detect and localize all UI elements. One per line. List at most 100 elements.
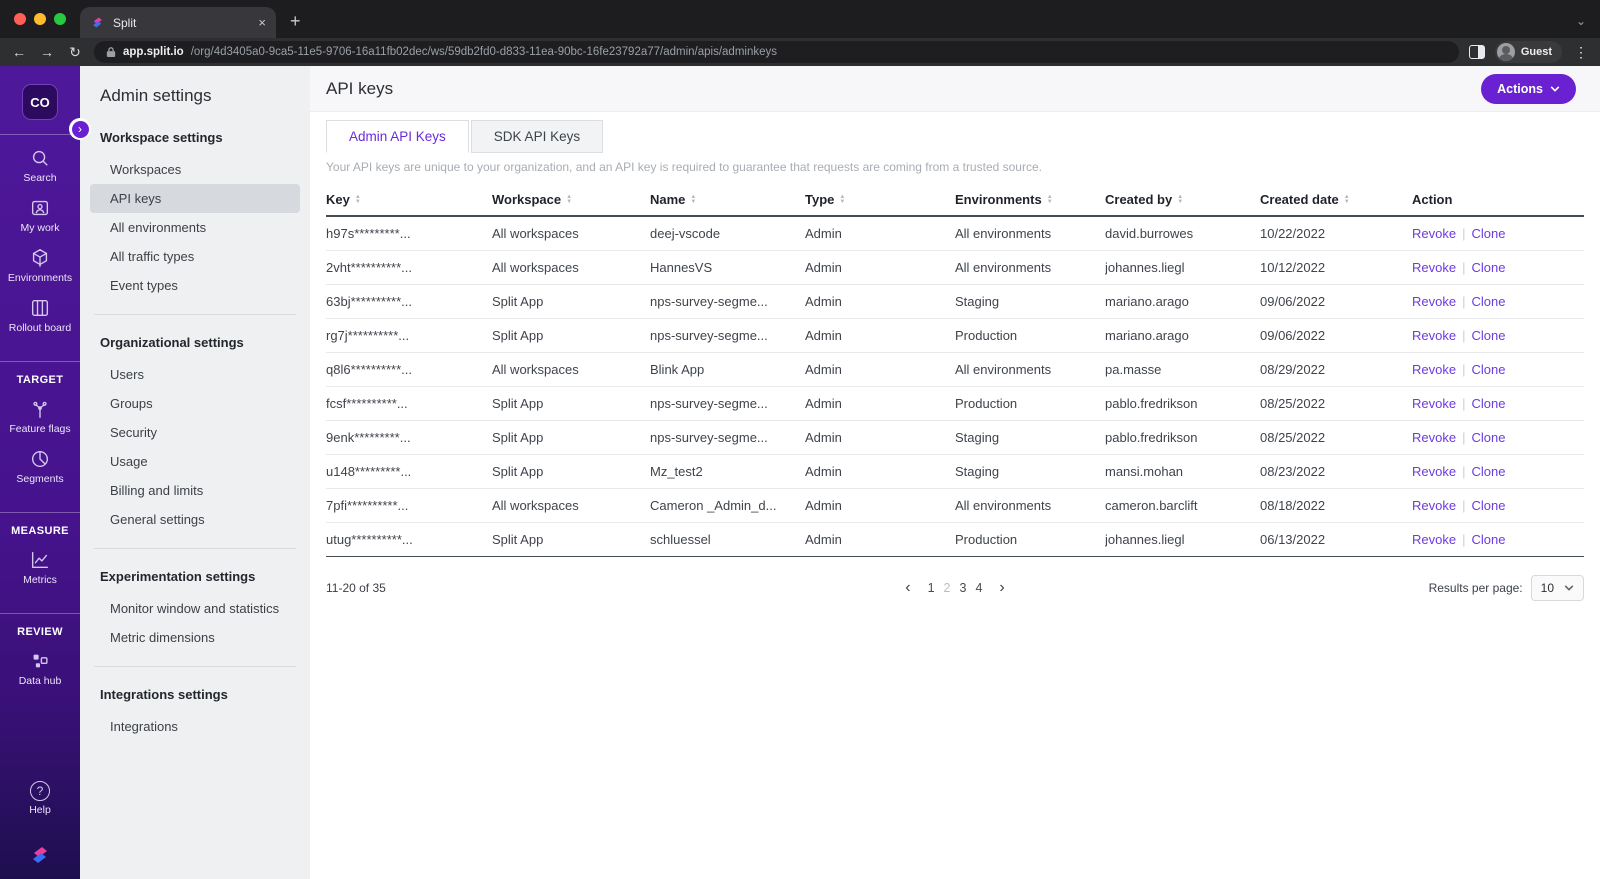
nav-item-general-settings[interactable]: General settings bbox=[90, 505, 300, 534]
column-header-name[interactable]: Name ▲ ▼ bbox=[650, 186, 805, 217]
nav-item-usage[interactable]: Usage bbox=[90, 447, 300, 476]
column-header-created-by[interactable]: Created by ▲ ▼ bbox=[1105, 186, 1260, 217]
action-separator: | bbox=[1462, 225, 1466, 241]
clone-link[interactable]: Clone bbox=[1471, 226, 1505, 241]
tab-admin-api-keys[interactable]: Admin API Keys bbox=[326, 120, 469, 153]
clone-link[interactable]: Clone bbox=[1471, 362, 1505, 377]
clone-link[interactable]: Clone bbox=[1471, 260, 1505, 275]
side-panel-icon[interactable] bbox=[1468, 45, 1485, 59]
sidebar-item-my-work[interactable]: My work bbox=[20, 197, 60, 234]
revoke-link[interactable]: Revoke bbox=[1412, 294, 1456, 309]
nav-item-billing-and-limits[interactable]: Billing and limits bbox=[90, 476, 300, 505]
cell-created-by: mariano.arago bbox=[1105, 318, 1260, 353]
profile-chip[interactable]: Guest bbox=[1494, 41, 1562, 63]
clone-link[interactable]: Clone bbox=[1471, 498, 1505, 513]
sidebar-expand-button[interactable]: › bbox=[69, 118, 91, 140]
revoke-link[interactable]: Revoke bbox=[1412, 362, 1456, 377]
nav-item-all-traffic-types[interactable]: All traffic types bbox=[90, 242, 300, 271]
page-number-4[interactable]: 4 bbox=[975, 581, 982, 595]
cell-name: Cameron _Admin_d... bbox=[650, 488, 805, 523]
sort-icon[interactable]: ▲ ▼ bbox=[1177, 194, 1183, 205]
sidebar-item-rollout-board[interactable]: Rollout board bbox=[9, 297, 71, 334]
sidebar-item-help[interactable]: ? Help bbox=[29, 781, 51, 816]
sidebar-item-label: Environments bbox=[7, 272, 73, 284]
revoke-link[interactable]: Revoke bbox=[1412, 532, 1456, 547]
nav-item-api-keys[interactable]: API keys bbox=[90, 184, 300, 213]
revoke-link[interactable]: Revoke bbox=[1412, 396, 1456, 411]
cell-created-by: pa.masse bbox=[1105, 352, 1260, 387]
sidebar-item-search[interactable]: Search bbox=[23, 147, 57, 184]
sidebar-item-environments[interactable]: Environments bbox=[8, 247, 72, 284]
column-header-created-date[interactable]: Created date ▲ ▼ bbox=[1260, 186, 1412, 217]
divider bbox=[0, 361, 80, 362]
window-controls[interactable] bbox=[0, 13, 80, 38]
revoke-link[interactable]: Revoke bbox=[1412, 328, 1456, 343]
my-work-icon bbox=[31, 200, 49, 216]
page-number-2[interactable]: 2 bbox=[944, 581, 951, 595]
column-header-type[interactable]: Type ▲ ▼ bbox=[805, 186, 955, 217]
revoke-link[interactable]: Revoke bbox=[1412, 260, 1456, 275]
workspace-logo[interactable]: CO bbox=[22, 84, 58, 120]
cell-environments: Staging bbox=[955, 454, 1105, 489]
cell-workspace: All workspaces bbox=[492, 250, 650, 285]
sort-icon[interactable]: ▲ ▼ bbox=[690, 194, 696, 205]
clone-link[interactable]: Clone bbox=[1471, 464, 1505, 479]
primary-sidebar: CO Search My work Environments Rollout boar… bbox=[0, 66, 80, 879]
nav-item-monitor-window-and-statistics[interactable]: Monitor window and statistics bbox=[90, 594, 300, 623]
nav-item-event-types[interactable]: Event types bbox=[90, 271, 300, 300]
results-per-page-select[interactable]: 10 bbox=[1530, 574, 1584, 601]
clone-link[interactable]: Clone bbox=[1471, 532, 1505, 547]
sidebar-item-metrics[interactable]: Metrics bbox=[23, 549, 57, 586]
api-key-tabs: Admin API Keys SDK API Keys bbox=[326, 120, 1584, 153]
cell-created-date: 08/23/2022 bbox=[1260, 454, 1412, 489]
column-header-key[interactable]: Key ▲ ▼ bbox=[326, 186, 492, 217]
sort-icon[interactable]: ▲ ▼ bbox=[839, 194, 845, 205]
sort-icon[interactable]: ▲ ▼ bbox=[355, 194, 361, 205]
action-separator: | bbox=[1462, 293, 1466, 309]
browser-tab[interactable]: Split × bbox=[80, 7, 276, 38]
sidebar-item-feature-flags[interactable]: Feature flags bbox=[9, 398, 71, 435]
revoke-link[interactable]: Revoke bbox=[1412, 226, 1456, 241]
sort-icon[interactable]: ▲ ▼ bbox=[1344, 194, 1350, 205]
maximize-window-button[interactable] bbox=[54, 13, 66, 25]
tab-sdk-api-keys[interactable]: SDK API Keys bbox=[470, 120, 604, 153]
sidebar-item-data-hub[interactable]: Data hub bbox=[19, 650, 61, 687]
sidebar-item-segments[interactable]: Segments bbox=[16, 448, 64, 485]
actions-button[interactable]: Actions bbox=[1481, 73, 1576, 104]
nav-item-users[interactable]: Users bbox=[90, 360, 300, 389]
browser-menu-icon[interactable]: ⋮ bbox=[1572, 44, 1590, 61]
clone-link[interactable]: Clone bbox=[1471, 396, 1505, 411]
revoke-link[interactable]: Revoke bbox=[1412, 430, 1456, 445]
column-label: Created by bbox=[1105, 192, 1173, 207]
forward-icon[interactable]: → bbox=[38, 45, 56, 59]
clone-link[interactable]: Clone bbox=[1471, 294, 1505, 309]
column-header-environments[interactable]: Environments ▲ ▼ bbox=[955, 186, 1105, 217]
back-icon[interactable]: ← bbox=[10, 45, 28, 59]
next-page-icon[interactable]: › bbox=[991, 579, 1012, 597]
revoke-link[interactable]: Revoke bbox=[1412, 498, 1456, 513]
sidebar-item-label: Segments bbox=[16, 473, 64, 485]
revoke-link[interactable]: Revoke bbox=[1412, 464, 1456, 479]
clone-link[interactable]: Clone bbox=[1471, 328, 1505, 343]
previous-page-icon[interactable]: ‹ bbox=[897, 579, 918, 597]
reload-icon[interactable]: ↻ bbox=[66, 45, 84, 59]
minimize-window-button[interactable] bbox=[34, 13, 46, 25]
new-tab-button[interactable]: + bbox=[276, 11, 315, 38]
sort-icon[interactable]: ▲ ▼ bbox=[1047, 194, 1053, 205]
column-header-workspace[interactable]: Workspace ▲ ▼ bbox=[492, 186, 650, 217]
close-window-button[interactable] bbox=[14, 13, 26, 25]
page-number-3[interactable]: 3 bbox=[960, 581, 967, 595]
nav-item-security[interactable]: Security bbox=[90, 418, 300, 447]
sort-icon[interactable]: ▲ ▼ bbox=[566, 194, 572, 205]
page-number-1[interactable]: 1 bbox=[928, 581, 935, 595]
nav-item-metric-dimensions[interactable]: Metric dimensions bbox=[90, 623, 300, 652]
tab-search-chevron-icon[interactable]: ⌄ bbox=[1576, 14, 1586, 28]
clone-link[interactable]: Clone bbox=[1471, 430, 1505, 445]
url-bar[interactable]: app.split.io/org/4d3405a0-9ca5-11e5-9706… bbox=[94, 41, 1459, 63]
nav-item-workspaces[interactable]: Workspaces bbox=[90, 155, 300, 184]
nav-item-integrations[interactable]: Integrations bbox=[90, 712, 300, 741]
nav-item-all-environments[interactable]: All environments bbox=[90, 213, 300, 242]
nav-item-groups[interactable]: Groups bbox=[90, 389, 300, 418]
cell-type: Admin bbox=[805, 531, 842, 547]
close-tab-icon[interactable]: × bbox=[258, 15, 266, 30]
